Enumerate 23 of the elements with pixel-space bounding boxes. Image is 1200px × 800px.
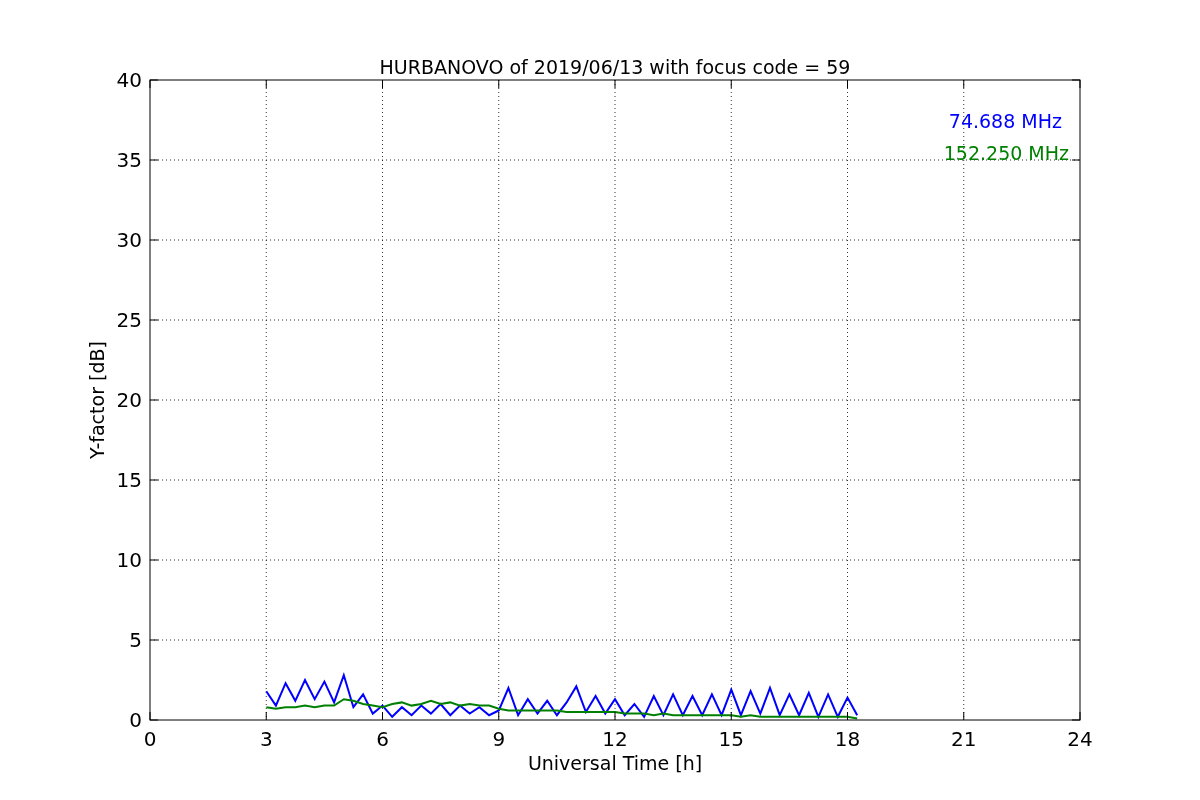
y-tick-label: 10 — [116, 548, 142, 572]
x-tick-label: 3 — [259, 727, 273, 751]
y-tick-label: 35 — [116, 148, 142, 172]
y-tick-label: 25 — [116, 308, 142, 332]
x-tick-label: 0 — [143, 727, 157, 751]
y-tick-label: 30 — [116, 228, 142, 252]
x-tick-label: 12 — [602, 727, 628, 751]
y-tick-label: 5 — [129, 628, 142, 652]
series-label: 74.688 MHz — [948, 110, 1062, 132]
y-tick-label: 0 — [129, 708, 142, 732]
y-tick-label: 40 — [116, 68, 142, 92]
x-axis-label: Universal Time [h] — [527, 752, 703, 774]
y-axis-label: Y-factor [dB] — [86, 341, 108, 459]
chart-title: HURBANOVO of 2019/06/13 with focus code = 59 — [379, 56, 851, 78]
x-tick-label: 6 — [376, 727, 389, 751]
x-tick-label: 18 — [834, 727, 861, 751]
y-tick-label: 20 — [116, 388, 142, 412]
y-tick-label: 15 — [116, 468, 142, 492]
x-tick-label: 9 — [492, 727, 506, 751]
series-label: 152.250 MHz — [943, 142, 1069, 164]
x-tick-label: 21 — [951, 727, 977, 751]
x-tick-label: 15 — [718, 727, 744, 751]
x-tick-label: 24 — [1067, 727, 1093, 751]
